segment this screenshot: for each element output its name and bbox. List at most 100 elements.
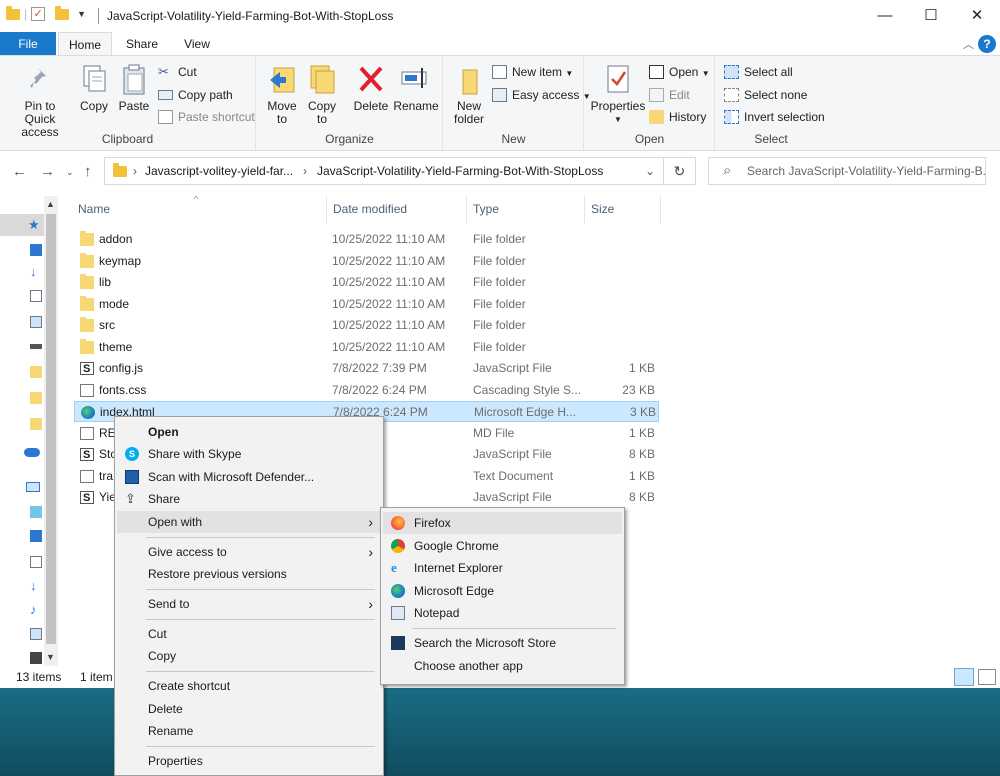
menu-create-shortcut[interactable]: Create shortcut xyxy=(117,675,381,697)
details-view-icon[interactable] xyxy=(954,668,974,686)
column-divider[interactable] xyxy=(660,196,661,224)
nav-folder-icon[interactable] xyxy=(30,366,42,378)
menu-properties[interactable]: Properties xyxy=(117,750,381,772)
large-icons-view-icon[interactable] xyxy=(978,669,996,685)
scroll-up-icon[interactable]: ▲ xyxy=(46,199,55,209)
minimize-button[interactable]: — xyxy=(862,0,908,32)
new-item-button[interactable]: New item ▼ xyxy=(492,62,573,82)
cut-button[interactable]: ✂ Cut xyxy=(158,62,197,82)
copy-button[interactable]: Copy xyxy=(74,60,114,113)
submenu-firefox[interactable]: Firefox xyxy=(383,512,622,534)
search-input[interactable]: Search JavaScript-Volatility-Yield-Farmi… xyxy=(708,157,986,185)
menu-give-access[interactable]: Give access to › xyxy=(117,541,381,563)
nav-music-icon[interactable]: ♪ xyxy=(30,603,42,616)
tab-home[interactable]: Home xyxy=(58,32,112,56)
edit-button[interactable]: Edit xyxy=(649,85,690,105)
nav-desktop-icon[interactable] xyxy=(30,244,42,256)
file-row[interactable]: keymap 10/25/2022 11:10 AM File folder xyxy=(74,251,659,272)
nav-downloads-icon[interactable]: ↓ xyxy=(30,579,42,592)
onedrive-cloud-icon[interactable] xyxy=(24,448,40,457)
new-folder-icon[interactable] xyxy=(55,5,70,20)
breadcrumb-parent[interactable]: Javascript-volitey-yield-far... xyxy=(145,158,293,184)
properties-button[interactable]: Properties ▼ xyxy=(589,60,647,126)
submenu-google-chrome[interactable]: Google Chrome xyxy=(383,535,622,557)
menu-send-to[interactable]: Send to › xyxy=(117,593,381,615)
qat-dropdown-icon[interactable]: ▼ xyxy=(77,9,86,19)
column-name[interactable]: Name xyxy=(78,202,110,216)
nav-3d-objects-icon[interactable] xyxy=(30,506,42,518)
file-row[interactable]: fonts.css 7/8/2022 6:24 PM Cascading Style… xyxy=(74,380,659,401)
nav-folder-icon[interactable] xyxy=(30,418,42,430)
properties-check-icon[interactable]: ✓ xyxy=(31,7,46,21)
nav-pictures-icon[interactable] xyxy=(30,316,42,328)
this-pc-monitor-icon[interactable] xyxy=(26,482,40,492)
file-row[interactable]: mode 10/25/2022 11:10 AM File folder xyxy=(74,294,659,315)
breadcrumb-separator-icon[interactable]: › xyxy=(133,158,137,184)
column-divider[interactable] xyxy=(584,196,585,224)
column-type[interactable]: Type xyxy=(473,202,499,216)
delete-button[interactable]: Delete xyxy=(351,60,391,113)
tab-share[interactable]: Share xyxy=(118,32,166,56)
quick-access-star-icon[interactable]: ★ xyxy=(28,217,40,233)
menu-scan-defender[interactable]: Scan with Microsoft Defender... xyxy=(117,466,381,488)
submenu-choose-another-app[interactable]: Choose another app xyxy=(383,655,622,677)
menu-cut[interactable]: Cut xyxy=(117,623,381,645)
nav-documents-icon[interactable] xyxy=(30,556,42,568)
nav-drive-icon[interactable] xyxy=(30,344,42,349)
column-divider[interactable] xyxy=(466,196,467,224)
menu-open-with[interactable]: Open with › xyxy=(117,511,381,533)
submenu-search-store[interactable]: Search the Microsoft Store xyxy=(383,632,622,654)
menu-rename[interactable]: Rename xyxy=(117,720,381,742)
file-row[interactable]: theme 10/25/2022 11:10 AM File folder xyxy=(74,337,659,358)
new-folder-button[interactable]: New folder xyxy=(448,60,490,126)
tab-file[interactable]: File xyxy=(0,32,56,56)
nav-pictures-icon[interactable] xyxy=(30,628,42,640)
select-none-button[interactable]: Select none xyxy=(724,85,807,105)
pin-to-quick-access-button[interactable]: Pin to Quick access xyxy=(4,60,76,139)
menu-delete[interactable]: Delete xyxy=(117,698,381,720)
submenu-notepad[interactable]: Notepad xyxy=(383,602,622,624)
rename-button[interactable]: Rename xyxy=(393,60,439,113)
column-size[interactable]: Size xyxy=(591,202,614,216)
file-row[interactable]: src 10/25/2022 11:10 AM File folder xyxy=(74,315,659,336)
easy-access-button[interactable]: Easy access ▼ xyxy=(492,85,591,105)
nav-videos-icon[interactable] xyxy=(30,652,42,664)
column-divider[interactable] xyxy=(326,196,327,224)
address-dropdown-chevron-icon[interactable]: ⌄ xyxy=(645,158,655,184)
copy-path-button[interactable]: Copy path xyxy=(158,85,233,105)
paste-button[interactable]: Paste xyxy=(114,60,154,113)
address-box[interactable]: › Javascript-volitey-yield-far... › Java… xyxy=(104,157,664,185)
copy-to-button[interactable]: Copy to xyxy=(303,60,341,126)
collapse-ribbon-icon[interactable]: ︿ xyxy=(963,36,974,52)
menu-share-with-skype[interactable]: S Share with Skype xyxy=(117,443,381,465)
forward-arrow-icon[interactable]: → xyxy=(40,163,55,180)
select-all-button[interactable]: Select all xyxy=(724,62,793,82)
paste-shortcut-button[interactable]: Paste shortcut xyxy=(158,107,255,127)
back-arrow-icon[interactable]: ← xyxy=(12,163,27,180)
breadcrumb-current[interactable]: JavaScript-Volatility-Yield-Farming-Bot-… xyxy=(317,158,603,184)
close-button[interactable]: ✕ xyxy=(954,0,1000,32)
submenu-internet-explorer[interactable]: e Internet Explorer xyxy=(383,557,622,579)
menu-copy[interactable]: Copy xyxy=(117,645,381,667)
nav-folder-icon[interactable] xyxy=(30,392,42,404)
nav-desktop-icon[interactable] xyxy=(30,530,42,542)
scroll-down-icon[interactable]: ▼ xyxy=(46,652,55,662)
up-arrow-icon[interactable]: ↑ xyxy=(84,163,92,180)
nav-downloads-icon[interactable]: ↓ xyxy=(30,265,42,278)
history-button[interactable]: History xyxy=(649,107,706,127)
help-icon[interactable]: ? xyxy=(978,35,996,53)
file-row[interactable]: addon 10/25/2022 11:10 AM File folder xyxy=(74,229,659,250)
file-row[interactable]: config.js 7/8/2022 7:39 PM JavaScript File… xyxy=(74,358,659,380)
file-row[interactable]: lib 10/25/2022 11:10 AM File folder xyxy=(74,272,659,293)
menu-restore-versions[interactable]: Restore previous versions xyxy=(117,563,381,585)
maximize-button[interactable]: ☐ xyxy=(908,0,954,32)
recent-locations-chevron-icon[interactable]: ⌄ xyxy=(66,167,74,178)
breadcrumb-separator-icon[interactable]: › xyxy=(303,158,307,184)
open-button[interactable]: Open ▼ xyxy=(649,62,710,82)
invert-selection-button[interactable]: Invert selection xyxy=(724,107,825,127)
menu-open[interactable]: Open xyxy=(117,421,381,443)
nav-documents-icon[interactable] xyxy=(30,290,42,302)
move-to-button[interactable]: Move to xyxy=(263,60,301,126)
submenu-microsoft-edge[interactable]: Microsoft Edge xyxy=(383,580,622,602)
nav-scrollbar-thumb[interactable] xyxy=(46,214,56,644)
